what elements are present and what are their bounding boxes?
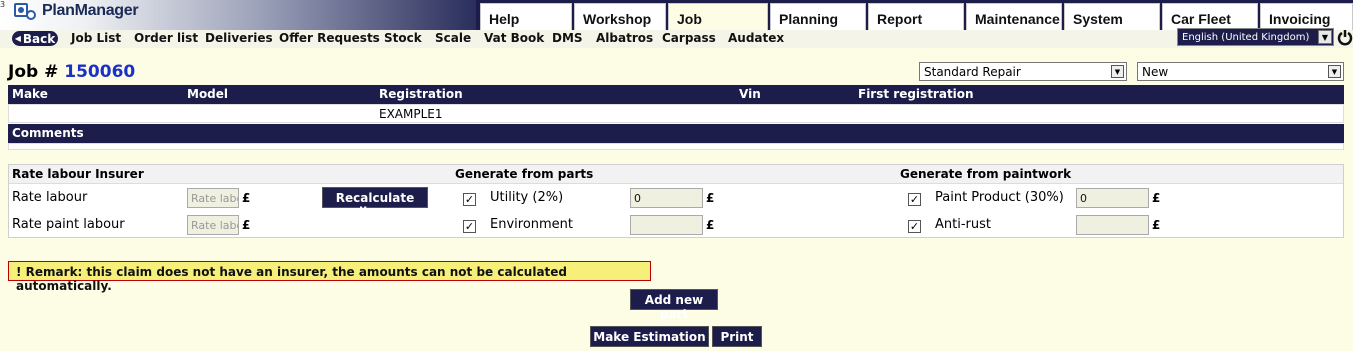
logo-text: PlanManager [42, 2, 139, 19]
make-estimation-button[interactable]: Make Estimation [590, 326, 709, 347]
tab-job[interactable]: Job [668, 3, 768, 30]
tab-planning[interactable]: Planning [770, 3, 866, 30]
logo-bar: 3 PlanManager [0, 0, 476, 30]
header-first-registration: First registration [858, 87, 974, 101]
currency-symbol: £ [1152, 218, 1161, 232]
job-status-select[interactable]: New ▼ [1137, 62, 1344, 81]
anti-rust-label: Anti-rust [935, 217, 991, 232]
nav-vat-book[interactable]: Vat Book [484, 31, 544, 45]
back-arrow-icon: ◀ [14, 34, 21, 43]
paint-product-checkbox[interactable]: ✓ [908, 193, 921, 206]
corner-mark: 3 [0, 0, 6, 9]
tab-car-fleet[interactable]: Car Fleet [1162, 3, 1258, 30]
tab-report[interactable]: Report [868, 3, 964, 30]
currency-symbol: £ [706, 191, 715, 205]
rate-labour-input[interactable]: Rate labour [187, 188, 239, 208]
cell-registration: EXAMPLE1 [379, 107, 443, 121]
language-select[interactable]: English (United Kingdom) ▼ [1177, 28, 1334, 46]
nav-audatex[interactable]: Audatex [728, 31, 784, 45]
utility-label: Utility (2%) [490, 190, 564, 205]
tab-workshop[interactable]: Workshop [574, 3, 666, 30]
nav-deliveries[interactable]: Deliveries [205, 31, 273, 45]
paint-product-label: Paint Product (30%) [935, 190, 1064, 205]
anti-rust-checkbox[interactable]: ✓ [908, 220, 921, 233]
currency-symbol: £ [706, 218, 715, 232]
comments-body[interactable] [8, 143, 1344, 150]
print-button[interactable]: Print [712, 326, 762, 347]
tab-help[interactable]: Help [480, 3, 572, 30]
currency-symbol: £ [242, 191, 251, 205]
nav-order-list[interactable]: Order list [134, 31, 198, 45]
paintwork-heading: Generate from paintwork [900, 167, 1072, 181]
nav-offer-requests[interactable]: Offer Requests [279, 31, 380, 45]
main-tabs: Help Workshop Job Planning Report Mainte… [476, 0, 1353, 30]
utility-input[interactable]: 0 [630, 188, 703, 208]
header-registration: Registration [379, 87, 463, 101]
paint-product-input[interactable]: 0 [1076, 188, 1149, 208]
back-button[interactable]: ◀ Back [12, 31, 58, 46]
app-logo[interactable]: PlanManager [12, 1, 139, 21]
sub-navigation: ◀ Back Job List Order list Deliveries Of… [0, 30, 1353, 48]
rate-paint-labour-input[interactable]: Rate labour [187, 215, 239, 235]
environment-checkbox[interactable]: ✓ [463, 220, 476, 233]
job-type-value: Standard Repair [924, 65, 1021, 79]
parts-heading: Generate from parts [455, 167, 594, 181]
nav-job-list[interactable]: Job List [71, 31, 121, 45]
power-icon[interactable] [1337, 28, 1353, 46]
rates-header: Rate labour Insurer Generate from parts … [9, 165, 1343, 184]
tab-maintenance[interactable]: Maintenance [966, 3, 1062, 30]
nav-stock[interactable]: Stock [384, 31, 422, 45]
comments-title: Comments [12, 126, 84, 140]
warning-icon: ! [16, 265, 22, 279]
tab-invoicing[interactable]: Invoicing [1260, 3, 1353, 30]
vehicle-table-header: Make Model Registration Vin First regist… [8, 85, 1344, 104]
tab-system[interactable]: System [1064, 3, 1160, 30]
vehicle-table-row: EXAMPLE1 [8, 104, 1344, 123]
chevron-down-icon: ▼ [1318, 30, 1332, 44]
page-title: Job # 150060 [8, 62, 135, 82]
language-value: English (United Kingdom) [1182, 32, 1310, 43]
remark-warning: ! Remark: this claim does not have an in… [8, 261, 651, 293]
header-model: Model [187, 87, 229, 101]
nav-scale[interactable]: Scale [435, 31, 471, 45]
add-new-part-button[interactable]: Add new part [630, 289, 718, 321]
anti-rust-input[interactable] [1076, 215, 1149, 235]
job-status-value: New [1142, 65, 1169, 79]
job-type-select[interactable]: Standard Repair ▼ [919, 62, 1127, 81]
recalculate-lines-button[interactable]: Recalculate lines [322, 187, 428, 219]
chevron-down-icon: ▼ [1111, 65, 1124, 78]
rate-insurer-heading: Rate labour Insurer [12, 167, 144, 181]
currency-symbol: £ [242, 218, 251, 232]
header-vin: Vin [739, 87, 761, 101]
job-prefix: Job # [8, 62, 59, 82]
nav-carpass[interactable]: Carpass [662, 31, 716, 45]
planmanager-logo-icon [12, 1, 38, 21]
environment-input[interactable] [630, 215, 703, 235]
rates-panel: Rate labour Insurer Generate from parts … [8, 164, 1344, 238]
nav-dms[interactable]: DMS [552, 31, 583, 45]
chevron-down-icon: ▼ [1328, 65, 1341, 78]
job-number: 150060 [64, 62, 136, 82]
header-make: Make [12, 87, 48, 101]
remark-text: Remark: this claim does not have an insu… [16, 265, 568, 293]
environment-label: Environment [490, 217, 574, 232]
rate-paint-labour-label: Rate paint labour [12, 217, 125, 232]
nav-albatros[interactable]: Albatros [596, 31, 653, 45]
currency-symbol: £ [1152, 191, 1161, 205]
back-label: Back [22, 31, 56, 46]
rate-labour-label: Rate labour [12, 190, 88, 205]
comments-header: Comments [8, 124, 1344, 143]
utility-checkbox[interactable]: ✓ [463, 193, 476, 206]
